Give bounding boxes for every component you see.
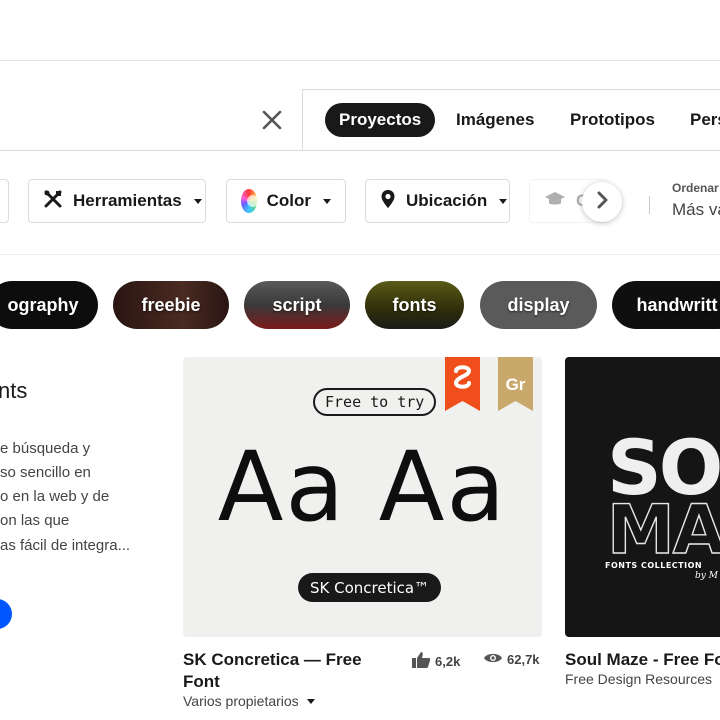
tag-typography[interactable]: ography <box>0 281 98 329</box>
filter-button-partial[interactable] <box>0 179 9 223</box>
project-card-thumbnail[interactable]: Gr Free to try Aa Aa SK Concretica™ <box>183 357 542 637</box>
orange-badge-icon <box>445 357 480 411</box>
chevron-down-icon <box>323 198 331 204</box>
owner-label: Varios propietarios <box>183 693 299 709</box>
tag-freebie[interactable]: freebie <box>113 281 229 329</box>
card-owner[interactable]: Free Design Resources <box>565 671 712 687</box>
top-header <box>0 0 720 61</box>
intro-text-line: e búsqueda y <box>0 440 91 457</box>
intro-text-line: o en la web y de <box>0 488 110 505</box>
tag-label: display <box>507 294 570 315</box>
tag-script[interactable]: script <box>244 281 350 329</box>
intro-text-line: on las que <box>0 512 70 529</box>
sort-label: Ordenar <box>672 181 719 195</box>
tools-filter-label: Herramientas <box>73 191 182 210</box>
intro-text-line: as fácil de integra... <box>0 537 131 554</box>
likes-stat: 6,2k <box>411 651 460 672</box>
tab-imagenes[interactable]: Imágenes <box>442 103 548 137</box>
location-filter-label: Ubicación <box>406 191 488 210</box>
tag-label: handwritt <box>636 294 718 315</box>
views-stat: 62,7k <box>483 651 540 668</box>
cover-caption: FONTS COLLECTION <box>605 561 703 570</box>
color-filter-label: Color <box>266 191 311 210</box>
tag-label: fonts <box>392 294 437 315</box>
tag-fonts[interactable]: fonts <box>365 281 464 329</box>
eye-icon <box>483 651 503 668</box>
tools-filter-button[interactable]: Herramientas <box>28 179 206 223</box>
divider <box>649 196 650 214</box>
graduation-cap-icon <box>544 190 566 213</box>
views-count: 62,7k <box>507 652 540 667</box>
color-filter-button[interactable]: Color <box>226 179 346 223</box>
project-card-thumbnail[interactable]: SOU MA FONTS COLLECTION by M <box>565 357 720 637</box>
intro-title: nts <box>0 378 28 403</box>
tools-icon <box>43 189 63 214</box>
tag-label: script <box>272 294 322 315</box>
tag-handwritten[interactable]: handwritt <box>612 281 720 329</box>
card-title[interactable]: SK Concretica — Free Font <box>183 649 383 693</box>
chevron-right-icon <box>594 191 610 214</box>
cover-byline: by M <box>695 571 718 581</box>
intro-text-line: so sencillo en <box>0 464 91 481</box>
tag-label: ography <box>7 294 79 315</box>
location-pin-icon <box>380 189 396 214</box>
font-name-label: SK Concretica™ <box>298 573 442 602</box>
chevron-down-icon <box>306 698 315 704</box>
scroll-right-button[interactable] <box>582 182 622 222</box>
font-specimen: Aa Aa <box>217 431 508 543</box>
tab-personas[interactable]: Pers <box>676 103 720 137</box>
likes-count: 6,2k <box>435 654 461 669</box>
cover-word: MA <box>606 490 720 570</box>
action-button[interactable] <box>0 599 12 629</box>
thumbs-up-icon <box>411 651 431 672</box>
color-wheel-icon <box>241 189 259 213</box>
badge-text: Gr <box>505 375 526 394</box>
location-filter-button[interactable]: Ubicación <box>365 179 510 223</box>
tab-proyectos[interactable]: Proyectos <box>325 103 436 137</box>
sort-select[interactable]: Más va <box>672 200 720 220</box>
card-title[interactable]: Soul Maze - Free Fo <box>565 649 720 671</box>
tag-label: freebie <box>141 294 201 315</box>
chevron-down-icon <box>499 198 508 204</box>
tag-display[interactable]: display <box>480 281 597 329</box>
card-owner[interactable]: Varios propietarios <box>183 693 315 709</box>
close-icon[interactable] <box>258 106 286 134</box>
free-to-try-label: Free to try <box>313 388 437 416</box>
chevron-down-icon <box>193 198 202 204</box>
tab-prototipos[interactable]: Prototipos <box>556 103 669 137</box>
